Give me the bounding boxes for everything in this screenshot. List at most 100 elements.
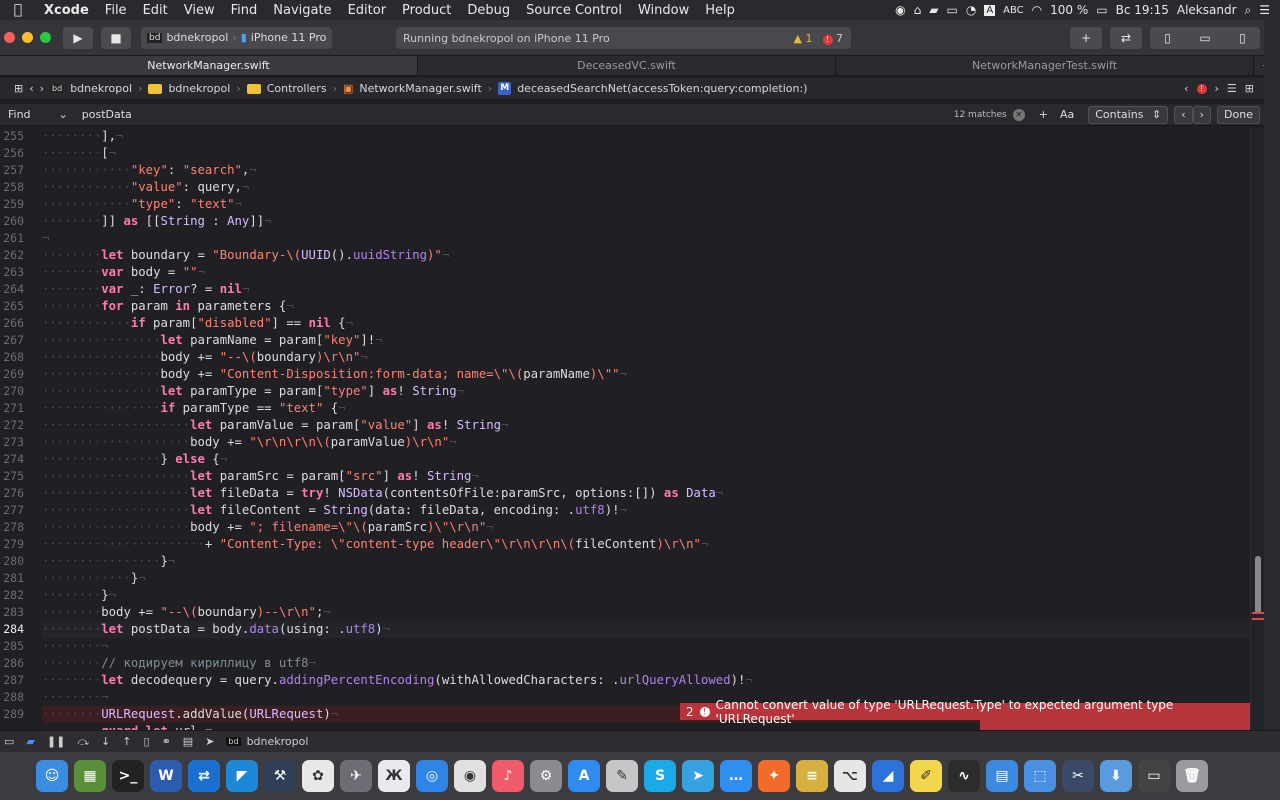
messages-icon[interactable]: … bbox=[720, 760, 752, 792]
code-line[interactable]: ················if paramType == "text" {… bbox=[42, 400, 1250, 417]
tab-networkmanager[interactable]: NetworkManager.swift bbox=[0, 56, 418, 75]
inspector-toggle-icon[interactable]: ▯ bbox=[1239, 31, 1246, 45]
close-window-button[interactable] bbox=[4, 32, 15, 43]
step-over-icon[interactable]: ⤼ bbox=[77, 735, 89, 749]
find-done-button[interactable]: Done bbox=[1217, 105, 1260, 124]
apple-icon[interactable]:  bbox=[0, 2, 36, 18]
tab-deceasedvc[interactable]: DeceasedVC.swift bbox=[418, 56, 836, 75]
find-mode[interactable]: Find bbox=[0, 108, 31, 121]
instruments-icon[interactable]: Ж bbox=[378, 760, 410, 792]
memory-graph-icon[interactable]: ⚭ bbox=[162, 735, 171, 748]
debug-target[interactable]: bdnekropol bbox=[247, 735, 309, 748]
menu-help[interactable]: Help bbox=[697, 3, 743, 18]
vertical-scrollbar[interactable] bbox=[1250, 128, 1264, 730]
clock[interactable]: Вс 19:15 bbox=[1116, 3, 1169, 17]
code-line[interactable]: ····················let fileData = try! … bbox=[42, 485, 1250, 502]
line-number[interactable]: 283 bbox=[0, 604, 28, 621]
code-line[interactable]: ········let postData = body.data(using: … bbox=[42, 621, 1250, 638]
code-line[interactable]: ········¬ bbox=[42, 638, 1250, 655]
code-line[interactable]: ········}¬ bbox=[42, 587, 1250, 604]
line-number[interactable]: 274 bbox=[0, 451, 28, 468]
trash-icon[interactable]: 🗑 bbox=[1176, 760, 1208, 792]
code-line[interactable]: ····················let paramSrc = param… bbox=[42, 468, 1250, 485]
terminal-icon[interactable]: >_ bbox=[112, 760, 144, 792]
line-number[interactable]: 287 bbox=[0, 672, 28, 689]
line-number[interactable]: 268 bbox=[0, 349, 28, 366]
chrome-icon[interactable]: ◉ bbox=[454, 760, 486, 792]
navigator-toggle-icon[interactable]: ▯ bbox=[1164, 31, 1171, 45]
line-number[interactable]: 286 bbox=[0, 655, 28, 672]
finder-icon[interactable]: ☺ bbox=[36, 760, 68, 792]
launchpad-icon[interactable]: ✈ bbox=[340, 760, 372, 792]
breadcrumb-project[interactable]: bdnekropol bbox=[70, 82, 132, 95]
step-into-icon[interactable]: ↓ bbox=[101, 735, 110, 748]
line-number[interactable]: 272 bbox=[0, 417, 28, 434]
notes-icon[interactable]: ✐ bbox=[910, 760, 942, 792]
editor-options-icon[interactable]: ☰ bbox=[1227, 82, 1237, 95]
line-number[interactable]: 255 bbox=[0, 128, 28, 145]
line-number[interactable]: 284 bbox=[0, 621, 28, 638]
menu-view[interactable]: View bbox=[176, 3, 223, 18]
code-line[interactable]: ············if param["disabled"] == nil … bbox=[42, 315, 1250, 332]
user-name[interactable]: Aleksandr bbox=[1177, 3, 1237, 17]
chevron-down-icon[interactable]: ⌄ bbox=[59, 108, 68, 121]
line-number[interactable]: 266 bbox=[0, 315, 28, 332]
issue-icon[interactable]: ! bbox=[1196, 83, 1207, 94]
line-number[interactable]: 276 bbox=[0, 485, 28, 502]
menu-product[interactable]: Product bbox=[394, 3, 459, 18]
next-match-button[interactable]: › bbox=[1192, 105, 1212, 124]
code-line[interactable]: ········for param in parameters {¬ bbox=[42, 298, 1250, 315]
menu-find[interactable]: Find bbox=[223, 3, 266, 18]
line-number[interactable]: 285 bbox=[0, 638, 28, 655]
activity-icon[interactable]: ∿ bbox=[948, 760, 980, 792]
step-out-icon[interactable]: ↑ bbox=[122, 735, 131, 748]
code-line[interactable]: ········var _: Error? = nil¬ bbox=[42, 281, 1250, 298]
code-line[interactable]: ····················let fileContent = St… bbox=[42, 502, 1250, 519]
line-number[interactable] bbox=[0, 723, 28, 730]
notification-center-icon[interactable]: ☰ bbox=[1259, 3, 1270, 17]
line-number[interactable]: 257 bbox=[0, 162, 28, 179]
code-line[interactable]: ················let paramType = param["t… bbox=[42, 383, 1250, 400]
error-indicator[interactable]: ! 7 bbox=[822, 32, 843, 45]
line-number[interactable]: 269 bbox=[0, 366, 28, 383]
zoom-window-button[interactable] bbox=[40, 32, 51, 43]
teamviewer-icon[interactable]: ⇄ bbox=[188, 760, 220, 792]
line-number[interactable]: 267 bbox=[0, 332, 28, 349]
add-pattern-icon[interactable]: + bbox=[1039, 108, 1048, 121]
line-number[interactable]: 273 bbox=[0, 434, 28, 451]
preferences-icon[interactable]: ⚙ bbox=[530, 760, 562, 792]
code-line[interactable]: ····················let paramValue = par… bbox=[42, 417, 1250, 434]
code-line[interactable]: ············"value": query,¬ bbox=[42, 179, 1250, 196]
breadcrumb-method[interactable]: deceasedSearchNet(accessToken:query:comp… bbox=[517, 82, 807, 95]
line-number[interactable]: 282 bbox=[0, 587, 28, 604]
word-icon[interactable]: W bbox=[150, 760, 182, 792]
clear-search-icon[interactable]: ✕ bbox=[1012, 108, 1025, 121]
menu-source-control[interactable]: Source Control bbox=[518, 3, 630, 18]
scissors-icon[interactable]: ✂ bbox=[1062, 760, 1094, 792]
code-line[interactable]: ········var body = ""¬ bbox=[42, 264, 1250, 281]
line-number[interactable]: 271 bbox=[0, 400, 28, 417]
line-number[interactable]: 279 bbox=[0, 536, 28, 553]
match-case-toggle[interactable]: Aa bbox=[1060, 108, 1074, 121]
line-number[interactable]: 265 bbox=[0, 298, 28, 315]
prev-match-button[interactable]: ‹ bbox=[1174, 105, 1193, 124]
breadcrumb-group[interactable]: bdnekropol bbox=[168, 82, 230, 95]
code-line[interactable]: ················}¬ bbox=[42, 553, 1250, 570]
files-icon[interactable]: ▤ bbox=[986, 760, 1018, 792]
breadcrumb-folder[interactable]: Controllers bbox=[267, 82, 327, 95]
line-number[interactable]: 258 bbox=[0, 179, 28, 196]
code-line[interactable]: ············"type": "text"¬ bbox=[42, 196, 1250, 213]
preview-icon[interactable]: ✎ bbox=[606, 760, 638, 792]
drive-icon[interactable]: ▰ bbox=[929, 3, 938, 17]
find-input[interactable]: postData bbox=[82, 108, 132, 121]
airplay-icon[interactable]: ▭ bbox=[946, 3, 957, 17]
code-line[interactable]: ¬ bbox=[42, 230, 1250, 247]
line-number[interactable]: 270 bbox=[0, 383, 28, 400]
inline-error-message[interactable]: 2 ! Cannot convert value of type 'URLReq… bbox=[680, 698, 1250, 726]
debug-area-toggle-icon[interactable]: ▭ bbox=[1199, 31, 1210, 45]
back-icon[interactable]: ‹ bbox=[29, 82, 33, 95]
line-number[interactable]: 280 bbox=[0, 553, 28, 570]
code-line[interactable]: ············"key": "search",¬ bbox=[42, 162, 1250, 179]
line-number[interactable]: 278 bbox=[0, 519, 28, 536]
code-line[interactable]: ····················body += "; filename=… bbox=[42, 519, 1250, 536]
